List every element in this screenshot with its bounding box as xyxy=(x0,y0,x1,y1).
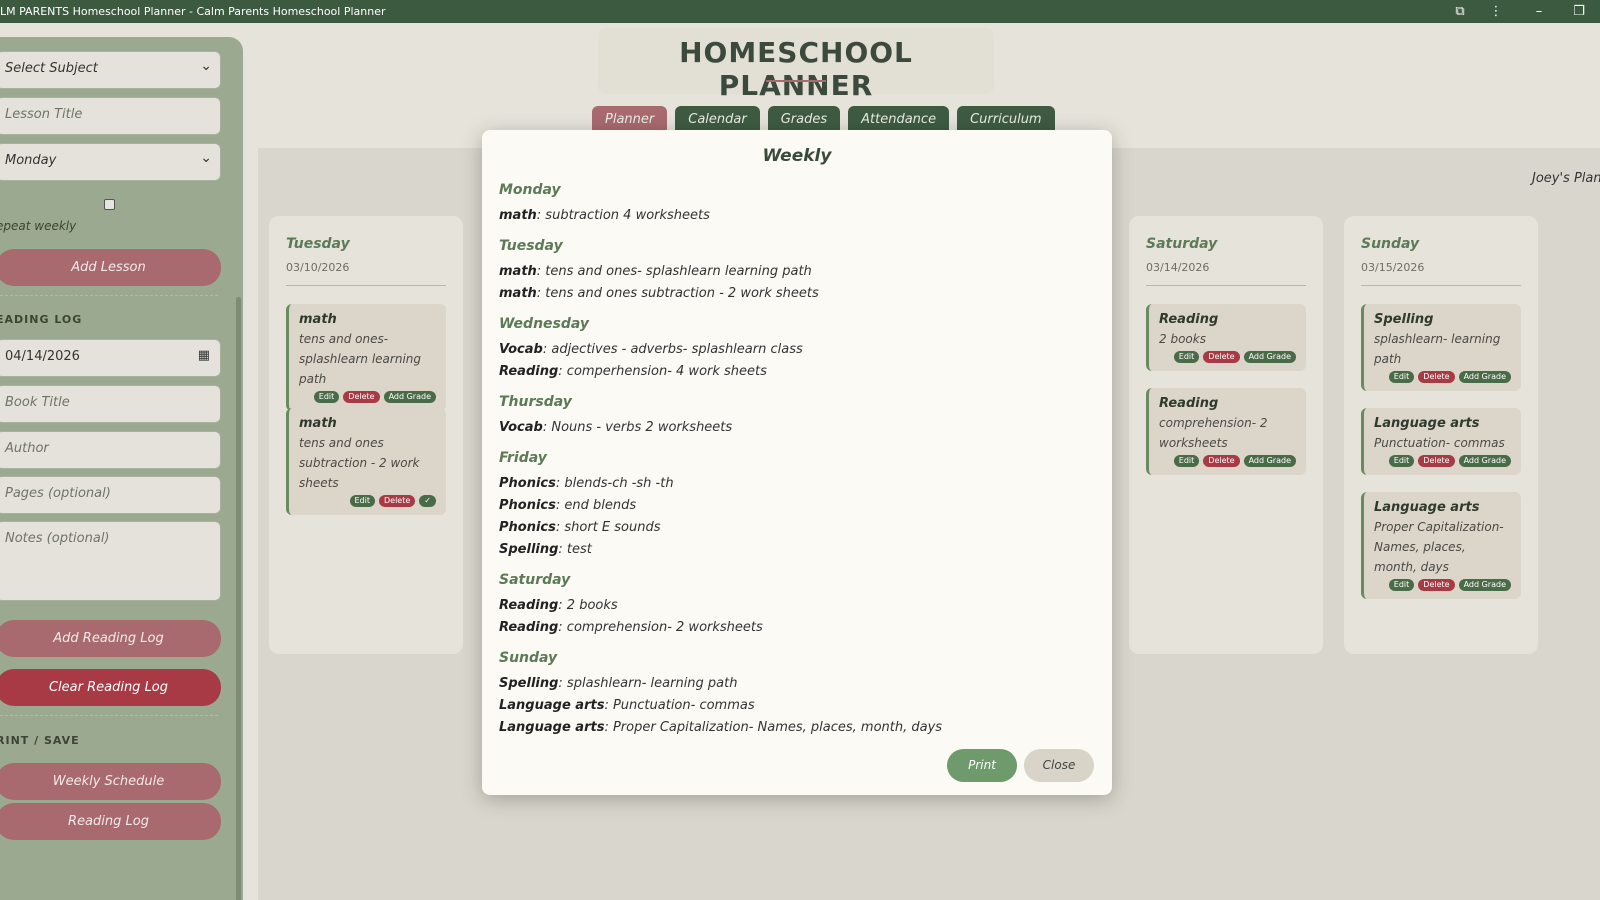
modal-item: Vocab: adjectives - adverbs- splashlearn… xyxy=(499,342,803,357)
modal-day-tuesday: Tuesday xyxy=(499,238,563,254)
modal-item: Spelling: test xyxy=(499,542,592,557)
modal-item-subject: Vocab xyxy=(499,420,543,435)
modal-item-subject: Spelling xyxy=(499,676,559,691)
modal-item: Phonics: end blends xyxy=(499,498,636,513)
modal-item: Phonics: blends-ch -sh -th xyxy=(499,476,674,491)
modal-day-friday: Friday xyxy=(499,450,547,466)
modal-item-subject: Language arts xyxy=(499,720,605,735)
modal-day-wednesday: Wednesday xyxy=(499,316,590,332)
modal-item-subject: math xyxy=(499,264,537,279)
modal-item: math: subtraction 4 worksheets xyxy=(499,208,710,223)
modal-item-subject: Reading xyxy=(499,620,559,635)
modal-item-text: : test xyxy=(558,542,592,557)
modal-item-text: : splashlearn- learning path xyxy=(558,676,738,691)
minimize-icon[interactable]: – xyxy=(1528,2,1550,22)
extension-icon[interactable]: ⧉ xyxy=(1449,2,1471,22)
modal-item: Reading: comperhension- 4 work sheets xyxy=(499,364,767,379)
modal-item-subject: Language arts xyxy=(499,698,605,713)
modal-item: Language arts: Proper Capitalization- Na… xyxy=(499,720,942,735)
modal-item-subject: math xyxy=(499,286,537,301)
title-bar: LM PARENTS Homeschool Planner - Calm Par… xyxy=(0,0,1600,23)
modal-item-subject: Phonics xyxy=(499,476,556,491)
modal-item-subject: Vocab xyxy=(499,342,543,357)
modal-item-text: : tens and ones- splashlearn learning pa… xyxy=(536,264,812,279)
modal-item-text: : adjectives - adverbs- splashlearn clas… xyxy=(542,342,803,357)
modal-item-text: : end blends xyxy=(555,498,637,513)
modal-item-text: : Proper Capitalization- Names, places, … xyxy=(604,720,943,735)
modal-item: Spelling: splashlearn- learning path xyxy=(499,676,737,691)
modal-item-text: : Nouns - verbs 2 worksheets xyxy=(542,420,733,435)
modal-item-text: : Punctuation- commas xyxy=(604,698,755,713)
modal-item-text: : tens and ones subtraction - 2 work she… xyxy=(536,286,819,301)
modal-item-subject: math xyxy=(499,208,537,223)
modal-item-text: : 2 books xyxy=(558,598,618,613)
modal-item: Language arts: Punctuation- commas xyxy=(499,698,755,713)
modal-item: Reading: comprehension- 2 worksheets xyxy=(499,620,763,635)
window-title: LM PARENTS Homeschool Planner - Calm Par… xyxy=(0,5,386,18)
modal-item-text: : blends-ch -sh -th xyxy=(555,476,674,491)
weekly-modal: Weekly Monday math: subtraction 4 worksh… xyxy=(482,130,1112,795)
modal-item: Reading: 2 books xyxy=(499,598,618,613)
modal-item-subject: Spelling xyxy=(499,542,559,557)
modal-item-text: : short E sounds xyxy=(555,520,661,535)
modal-item-subject: Reading xyxy=(499,598,559,613)
modal-day-monday: Monday xyxy=(499,182,561,198)
modal-item: Vocab: Nouns - verbs 2 worksheets xyxy=(499,420,732,435)
modal-item-text: : comperhension- 4 work sheets xyxy=(558,364,767,379)
modal-day-thursday: Thursday xyxy=(499,394,572,410)
restore-icon[interactable]: ❐ xyxy=(1568,2,1590,22)
modal-item-text: : subtraction 4 worksheets xyxy=(536,208,710,223)
modal-day-sunday: Sunday xyxy=(499,650,558,666)
more-menu-icon[interactable]: ⋮ xyxy=(1485,2,1507,22)
print-button[interactable]: Print xyxy=(947,749,1017,782)
modal-item: math: tens and ones- splashlearn learnin… xyxy=(499,264,812,279)
modal-item: Phonics: short E sounds xyxy=(499,520,661,535)
modal-item-text: : comprehension- 2 worksheets xyxy=(558,620,763,635)
modal-title: Weekly xyxy=(762,146,832,166)
modal-day-saturday: Saturday xyxy=(499,572,571,588)
modal-item-subject: Phonics xyxy=(499,498,556,513)
modal-item-subject: Reading xyxy=(499,364,559,379)
close-button[interactable]: Close xyxy=(1024,749,1094,782)
modal-item: math: tens and ones subtraction - 2 work… xyxy=(499,286,819,301)
modal-item-subject: Phonics xyxy=(499,520,556,535)
